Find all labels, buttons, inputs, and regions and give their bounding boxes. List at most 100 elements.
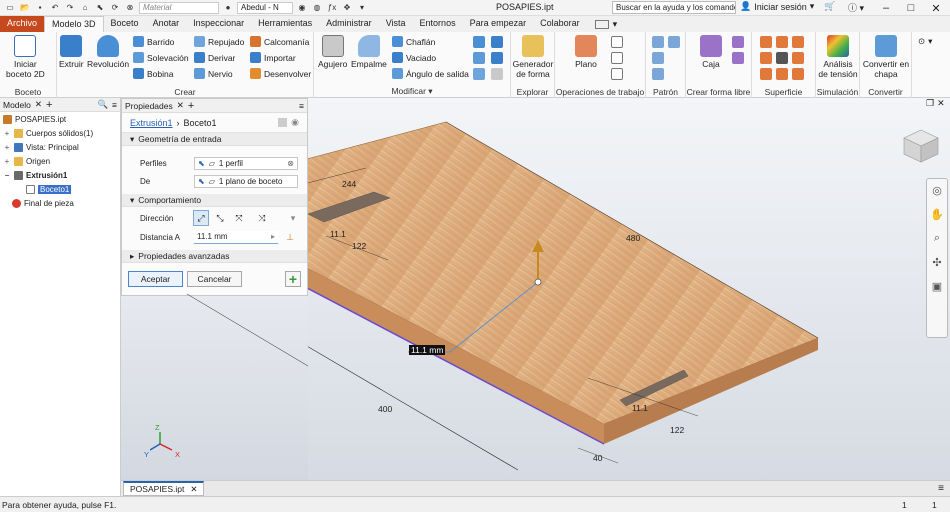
maximize-icon[interactable]: □: [898, 0, 924, 16]
coil-button[interactable]: Bobina: [133, 68, 173, 79]
extrude-button[interactable]: Extruir: [59, 35, 84, 69]
home-icon[interactable]: ⌂: [79, 2, 91, 13]
tab-boceto[interactable]: Boceto: [104, 16, 146, 32]
undo-icon[interactable]: ↶: [49, 2, 61, 13]
tab-modelo-3d[interactable]: Modelo 3D: [44, 16, 104, 32]
browser-close-icon[interactable]: ✕: [35, 99, 42, 110]
point-icon[interactable]: [611, 52, 623, 64]
sculpt-icon[interactable]: [776, 36, 788, 48]
heads-up-distance-input[interactable]: 11.1 mm: [409, 345, 446, 355]
pan-icon[interactable]: ✋: [930, 207, 944, 221]
viewport-window-controls[interactable]: ❐ ✕: [926, 98, 950, 110]
appearance-combo[interactable]: Abedul - N: [237, 1, 293, 14]
start-sketch-button[interactable]: Iniciar boceto 2D: [6, 35, 45, 79]
new-file-icon[interactable]: ▭: [4, 2, 16, 13]
tree-item-end-of-part[interactable]: Final de pieza: [12, 199, 74, 208]
doc-tab-posapies[interactable]: POSAPIES.ipt ✕: [123, 481, 205, 496]
clear-appearance-icon[interactable]: ◉: [296, 2, 308, 13]
rectangular-pattern-icon[interactable]: [652, 36, 664, 48]
preset-icon[interactable]: [278, 118, 288, 127]
graphics-window[interactable]: 244 480 11.1 122 400 11.1 122 40 11.1 mm…: [308, 98, 950, 480]
tree-item-solids[interactable]: + Cuerpos sólidos(1): [3, 129, 93, 138]
shell-button[interactable]: Vaciado: [392, 52, 436, 63]
derive-button[interactable]: Derivar: [194, 52, 235, 63]
browser-menu-icon[interactable]: ≡: [112, 100, 117, 110]
expand-icon[interactable]: +: [3, 143, 11, 152]
tab-colaborar[interactable]: Colaborar: [533, 16, 587, 32]
minimize-icon[interactable]: –: [873, 0, 899, 16]
update-icon[interactable]: ⟳: [109, 2, 121, 13]
fx-icon[interactable]: ƒx: [326, 2, 338, 13]
split-icon[interactable]: [473, 36, 485, 48]
boundary-patch-icon[interactable]: [760, 68, 772, 80]
decal-button[interactable]: Calcomanía: [250, 36, 309, 47]
freeform-plane-icon[interactable]: [732, 36, 744, 48]
tree-item-root[interactable]: POSAPIES.ipt: [3, 115, 66, 124]
replace-icon[interactable]: [792, 52, 804, 64]
rib-button[interactable]: Nervio: [194, 68, 233, 79]
doc-tab-close-icon[interactable]: ✕: [190, 484, 197, 495]
tab-administrar[interactable]: Administrar: [319, 16, 379, 32]
mirror-icon[interactable]: [652, 68, 664, 80]
properties-close-icon[interactable]: ✕: [177, 100, 184, 111]
loft-button[interactable]: Solevación: [133, 52, 189, 63]
tab-entornos[interactable]: Entornos: [413, 16, 463, 32]
browser-search-icon[interactable]: 🔍: [97, 99, 108, 110]
trim-icon[interactable]: [760, 52, 772, 64]
tree-item-sketch[interactable]: Boceto1: [26, 185, 72, 194]
tree-item-view[interactable]: + Vista: Principal: [3, 143, 79, 152]
close-window-icon[interactable]: ✕: [923, 0, 949, 16]
properties-add-icon[interactable]: +: [188, 100, 194, 112]
cart-icon[interactable]: 🛒: [824, 1, 835, 12]
ruled-surface-icon[interactable]: [776, 68, 788, 80]
chamfer-button[interactable]: Chaflán: [392, 36, 435, 47]
tab-anotar[interactable]: Anotar: [146, 16, 187, 32]
breadcrumb-extrusion[interactable]: Extrusión1: [130, 118, 173, 128]
help-icon[interactable]: ⓘ ▾: [848, 1, 864, 14]
plane-button[interactable]: Plano: [575, 35, 597, 69]
expand-icon[interactable]: +: [3, 129, 11, 138]
signin-area[interactable]: 👤 Iniciar sesión ▾: [740, 1, 814, 12]
preview-eye-icon[interactable]: ◉: [291, 117, 299, 128]
redo-icon[interactable]: ↷: [64, 2, 76, 13]
ribbon-options-button[interactable]: ⊙ ▾: [918, 36, 932, 47]
model-view[interactable]: [308, 98, 950, 480]
stitch-icon[interactable]: [760, 36, 772, 48]
patch-icon[interactable]: [792, 36, 804, 48]
tab-list-icon[interactable]: ≡: [938, 483, 944, 494]
repair-icon[interactable]: [792, 68, 804, 80]
ribbon-display-toggle[interactable]: ▾: [587, 16, 617, 32]
ucs-icon[interactable]: [611, 68, 623, 80]
delete-face-icon[interactable]: [491, 68, 503, 80]
orbit-icon[interactable]: ✣: [930, 255, 944, 269]
tab-vista[interactable]: Vista: [379, 16, 413, 32]
fillet-button[interactable]: Empalme: [351, 35, 387, 69]
group-label-modificar[interactable]: Modificar ▾: [314, 86, 510, 97]
shape-generator-button[interactable]: Generador de forma: [512, 35, 554, 79]
freeform-cylinder-icon[interactable]: [732, 52, 744, 64]
tree-item-origin[interactable]: + Origen: [3, 157, 50, 166]
move-face-icon[interactable]: [491, 52, 503, 64]
close-circle-icon[interactable]: ⊗: [124, 2, 136, 13]
revolve-button[interactable]: Revolución: [87, 35, 129, 69]
tab-inspeccionar[interactable]: Inspeccionar: [186, 16, 251, 32]
move-icon[interactable]: ✥: [341, 2, 353, 13]
axis-icon[interactable]: [611, 36, 623, 48]
convert-sheet-metal-button[interactable]: Convertir en chapa: [862, 35, 910, 79]
open-folder-icon[interactable]: 📂: [19, 2, 31, 13]
unwrap-button[interactable]: Desenvolver: [250, 68, 311, 79]
select-icon[interactable]: ⬉: [94, 2, 106, 13]
browser-add-icon[interactable]: +: [46, 99, 52, 111]
tree-item-extrusion[interactable]: − Extrusión1: [3, 171, 67, 180]
material-combo[interactable]: Material: [139, 1, 219, 14]
steering-wheel-icon[interactable]: ◎: [930, 183, 944, 197]
replace-face-icon[interactable]: [473, 68, 485, 80]
collapse-icon[interactable]: −: [3, 171, 11, 180]
thicken-icon[interactable]: [473, 52, 485, 64]
tab-para-empezar[interactable]: Para empezar: [463, 16, 534, 32]
draft-button[interactable]: Ángulo de salida: [392, 68, 469, 79]
emboss-button[interactable]: Repujado: [194, 36, 244, 47]
sweep-button[interactable]: Barrido: [133, 36, 174, 47]
breadcrumb-sketch[interactable]: Boceto1: [184, 118, 217, 128]
extend-icon[interactable]: [776, 52, 788, 64]
